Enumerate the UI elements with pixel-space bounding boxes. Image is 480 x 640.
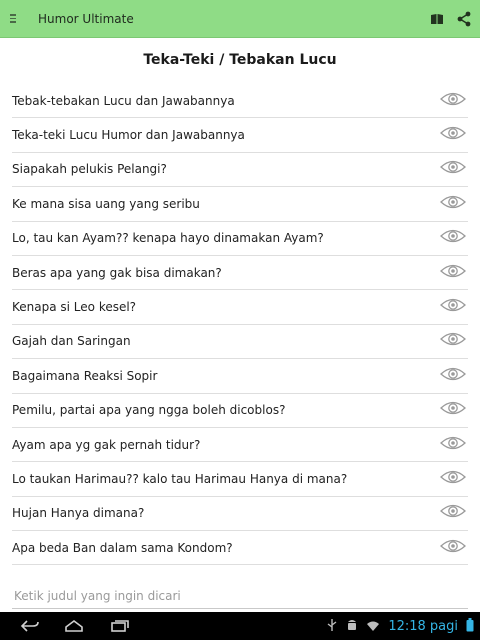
list-item[interactable]: Apa beda Ban dalam sama Kondom? (12, 531, 468, 566)
eye-icon[interactable] (440, 125, 466, 145)
search-input[interactable] (12, 583, 468, 609)
eye-icon[interactable] (440, 469, 466, 489)
app-bar-actions (430, 0, 472, 38)
eye-icon[interactable] (440, 400, 466, 420)
menu-icon[interactable] (10, 14, 24, 23)
list-item[interactable]: Hujan Hanya dimana? (12, 497, 468, 532)
list-item-label: Kenapa si Leo kesel? (12, 300, 137, 315)
eye-icon[interactable] (440, 228, 466, 248)
list-item[interactable]: Tebak-tebakan Lucu dan Jawabannya (12, 84, 468, 119)
eye-icon[interactable] (440, 297, 466, 317)
home-icon[interactable] (60, 612, 88, 640)
book-icon[interactable] (430, 13, 444, 25)
list-item-label: Ke mana sisa uang yang seribu (12, 196, 200, 211)
list-item[interactable]: Bagaimana Reaksi Sopir (12, 359, 468, 394)
list-item[interactable]: Kenapa si Leo kesel? (12, 290, 468, 325)
eye-icon[interactable] (440, 91, 466, 111)
list-item[interactable]: Pemilu, partai apa yang ngga boleh dicob… (12, 394, 468, 428)
eye-icon[interactable] (440, 366, 466, 386)
list-item-label: Lo taukan Harimau?? kalo tau Harimau Han… (12, 471, 348, 486)
list-item[interactable]: Lo, tau kan Ayam?? kenapa hayo dinamakan… (12, 222, 468, 256)
eye-icon[interactable] (440, 503, 466, 523)
list-item[interactable]: Beras apa yang gak bisa dimakan? (12, 256, 468, 291)
back-icon[interactable] (16, 612, 44, 640)
app-bar: Humor Ultimate (0, 0, 480, 38)
list-item[interactable]: Ke mana sisa uang yang seribu (12, 187, 468, 222)
share-icon[interactable] (456, 11, 472, 27)
riddle-list: Tebak-tebakan Lucu dan Jawabannya Teka-t… (0, 84, 480, 566)
app-title: Humor Ultimate (38, 11, 134, 26)
clock: 12:18 pagi (388, 618, 458, 634)
eye-icon[interactable] (440, 435, 466, 455)
eye-icon[interactable] (440, 538, 466, 558)
list-item-label: Siapakah pelukis Pelangi? (12, 162, 167, 177)
usb-icon (326, 617, 338, 636)
eye-icon[interactable] (440, 331, 466, 351)
eye-icon[interactable] (440, 159, 466, 179)
eye-icon[interactable] (440, 194, 466, 214)
wifi-icon (366, 617, 380, 636)
list-item[interactable]: Ayam apa yg gak pernah tidur? (12, 428, 468, 463)
list-item-label: Gajah dan Saringan (12, 334, 131, 349)
list-item-label: Bagaimana Reaksi Sopir (12, 368, 158, 383)
list-item-label: Apa beda Ban dalam sama Kondom? (12, 540, 233, 555)
status-area: 12:18 pagi (326, 612, 474, 640)
list-item-label: Hujan Hanya dimana? (12, 506, 145, 521)
list-item[interactable]: Lo taukan Harimau?? kalo tau Harimau Han… (12, 462, 468, 497)
list-item-label: Teka-teki Lucu Humor dan Jawabannya (12, 128, 245, 143)
battery-icon (466, 617, 474, 636)
list-item-label: Pemilu, partai apa yang ngga boleh dicob… (12, 403, 286, 418)
list-item[interactable]: Gajah dan Saringan (12, 325, 468, 360)
eye-icon[interactable] (440, 263, 466, 283)
page-title: Teka-Teki / Tebakan Lucu (143, 52, 337, 68)
list-item[interactable]: Siapakah pelukis Pelangi? (12, 153, 468, 188)
system-nav-bar: 12:18 pagi (0, 612, 480, 640)
list-item-label: Lo, tau kan Ayam?? kenapa hayo dinamakan… (12, 231, 324, 246)
list-item-label: Beras apa yang gak bisa dimakan? (12, 265, 222, 280)
list-item-label: Ayam apa yg gak pernah tidur? (12, 437, 201, 452)
list-item-label: Tebak-tebakan Lucu dan Jawabannya (12, 93, 235, 108)
list-item[interactable]: Teka-teki Lucu Humor dan Jawabannya (12, 118, 468, 153)
recents-icon[interactable] (106, 612, 134, 640)
android-icon (346, 617, 358, 636)
